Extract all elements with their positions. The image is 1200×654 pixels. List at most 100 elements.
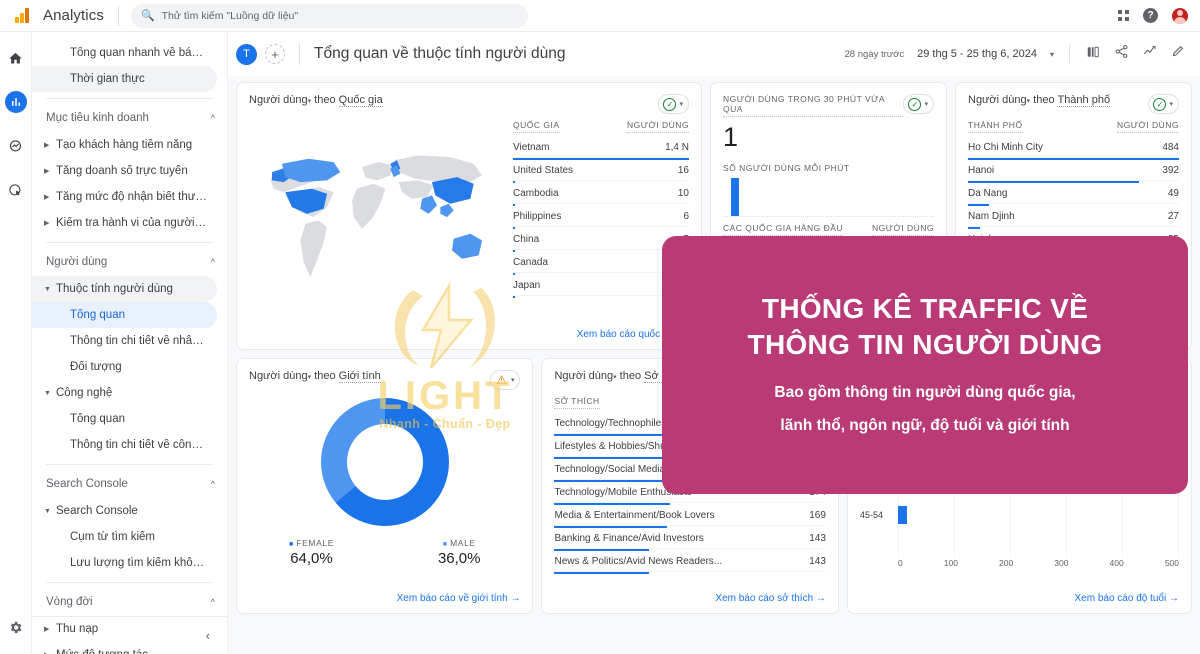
table-row[interactable]: Ho Chi Minh City 484 bbox=[968, 137, 1179, 160]
world-map[interactable] bbox=[237, 114, 501, 325]
chevron-right-icon: ▶ bbox=[44, 220, 50, 227]
card-metric[interactable]: Người dùng bbox=[249, 370, 308, 382]
chevron-down-icon[interactable]: ▾ bbox=[613, 374, 617, 381]
realtime-label: NGƯỜI DÙNG TRONG 30 PHÚT VỪA QUA bbox=[723, 94, 904, 117]
donut-ring bbox=[320, 398, 449, 526]
sidebar-item-label: Tăng mức độ nhận biết thươn... bbox=[56, 191, 207, 203]
pencil-icon[interactable] bbox=[1171, 44, 1186, 64]
card-status-badge[interactable]: ✓ ▾ bbox=[1148, 94, 1179, 114]
table-row[interactable]: Vietnam 1,4 N bbox=[513, 137, 689, 160]
compare-icon[interactable] bbox=[1085, 45, 1101, 64]
plus-icon[interactable]: + bbox=[265, 44, 285, 64]
age-bar-row[interactable]: 45-54 bbox=[860, 500, 1179, 530]
search-input[interactable]: 🔍 Thử tìm kiếm "Luồng dữ liệu" bbox=[130, 3, 528, 28]
chevron-down-icon: ▾ bbox=[1169, 101, 1173, 108]
sidebar-item-12[interactable]: ▼ Công nghệ bbox=[32, 380, 217, 406]
table-row[interactable]: Cambodia 10 bbox=[513, 183, 689, 206]
card-metric[interactable]: Người dùng bbox=[249, 94, 308, 106]
sidebar-section-2[interactable]: Mục tiêu kinh doanh ^ bbox=[32, 104, 227, 132]
age-axis-tick: 100 bbox=[943, 558, 958, 568]
table-row[interactable]: Nam Djinh 27 bbox=[968, 206, 1179, 229]
sidebar-item-17[interactable]: Cụm từ tìm kiếm bbox=[32, 524, 217, 550]
sidebar-item-label: Cụm từ tìm kiếm bbox=[70, 531, 156, 543]
card-header: NGƯỜI DÙNG TRONG 30 PHÚT VỪA QUA ✓ ▾ bbox=[711, 83, 946, 117]
card-footer-link[interactable]: Xem báo cáo độ tuổi → bbox=[1074, 593, 1179, 604]
card-status-badge[interactable]: ⚠ ▾ bbox=[489, 370, 521, 390]
date-range-value[interactable]: 29 thg 5 - 25 thg 6, 2024 bbox=[917, 48, 1037, 60]
chevron-left-icon[interactable]: ‹ bbox=[206, 628, 210, 643]
sidebar-item-8[interactable]: ▼ Thuộc tính người dùng bbox=[32, 276, 217, 302]
sidebar-item-label: Tổng quan bbox=[70, 309, 125, 321]
chevron-up-icon: ^ bbox=[210, 479, 215, 489]
age-axis-tick: 400 bbox=[1109, 558, 1124, 568]
sidebar-item-label: Tổng quan nhanh về báo cáo bbox=[70, 47, 207, 59]
sidebar-section-15[interactable]: Search Console ^ bbox=[32, 470, 227, 498]
promo-overlay: THỐNG KÊ TRAFFIC VỀ THÔNG TIN NGƯỜI DÙNG… bbox=[662, 236, 1188, 494]
card-status-badge[interactable]: ✓ ▾ bbox=[658, 94, 689, 114]
card-dimension[interactable]: Thành phố bbox=[1057, 94, 1111, 107]
row-value: 49 bbox=[1167, 188, 1179, 199]
search-placeholder: Thử tìm kiếm "Luồng dữ liệu" bbox=[161, 9, 299, 22]
chevron-down-icon: ▾ bbox=[510, 377, 515, 384]
chevron-down-icon[interactable]: ▾ bbox=[308, 98, 312, 105]
table-row[interactable]: News & Politics/Avid News Readers... 143 bbox=[554, 551, 826, 574]
rail-reports-icon[interactable] bbox=[4, 91, 27, 113]
rail-explore-icon[interactable] bbox=[5, 135, 27, 157]
row-bar bbox=[554, 572, 825, 574]
table-row[interactable]: Da Nang 49 bbox=[968, 183, 1179, 206]
sidebar-item-4[interactable]: ▶ Tăng doanh số trực tuyến bbox=[32, 158, 217, 184]
table-row[interactable]: United States 16 bbox=[513, 160, 689, 183]
share-icon[interactable] bbox=[1114, 44, 1129, 64]
sidebar-item-13[interactable]: Tổng quan bbox=[32, 406, 217, 432]
sidebar-item-16[interactable]: ▼ Search Console bbox=[32, 498, 217, 524]
rail-advertising-icon[interactable] bbox=[5, 179, 27, 201]
help-icon[interactable]: ? bbox=[1143, 8, 1158, 23]
rail-home-icon[interactable] bbox=[5, 47, 27, 69]
card-status-badge[interactable]: ✓ ▾ bbox=[903, 94, 934, 114]
card-footer-link[interactable]: Xem báo cáo về giới tính → bbox=[397, 593, 521, 604]
card-footer-link[interactable]: Xem báo cáo sở thích → bbox=[715, 593, 826, 604]
table-row[interactable]: Banking & Finance/Avid Investors 143 bbox=[554, 528, 826, 551]
sidebar-item-11[interactable]: Đối tượng bbox=[32, 354, 217, 380]
realtime-sparkline bbox=[723, 173, 934, 217]
card-users-by-country: Người dùng▾ theo Quốc gia ✓ ▾ QUỐC GIA N… bbox=[236, 82, 702, 350]
row-label: Nam Djinh bbox=[968, 211, 1015, 222]
sidebar-item-18[interactable]: Lưu lượng tìm kiếm không ... bbox=[32, 550, 217, 576]
row-value: 169 bbox=[809, 510, 826, 521]
chevron-down-icon[interactable]: ▾ bbox=[308, 374, 312, 381]
sidebar-item-9[interactable]: Tổng quan bbox=[32, 302, 217, 328]
property-badge[interactable]: T bbox=[236, 43, 257, 65]
legend-value: 36,0% bbox=[437, 550, 481, 567]
chevron-down-icon[interactable]: ▾ bbox=[1050, 50, 1054, 59]
grid-apps-icon[interactable] bbox=[1118, 10, 1129, 21]
sidebar-item-6[interactable]: ▶ Kiểm tra hành vi của người d... bbox=[32, 210, 217, 236]
age-bar-label: 45-54 bbox=[859, 510, 883, 520]
card-users-by-gender: Người dùng▾ theo Giới tính ⚠ ▾ ■ FEMALE … bbox=[236, 358, 534, 614]
table-row[interactable]: Hanoi 392 bbox=[968, 160, 1179, 183]
sidebar-item-10[interactable]: Thông tin chi tiết về nhân k... bbox=[32, 328, 217, 354]
gear-icon[interactable] bbox=[5, 616, 27, 638]
sidebar-item-5[interactable]: ▶ Tăng mức độ nhận biết thươn... bbox=[32, 184, 217, 210]
insights-icon[interactable] bbox=[1142, 44, 1158, 64]
card-metric[interactable]: Người dùng bbox=[554, 370, 613, 382]
gender-legend: FEMALE 64,0% MALE 36,0% bbox=[237, 538, 532, 567]
footer-label: Xem báo cáo về giới tính bbox=[396, 593, 508, 604]
sidebar-item-1[interactable]: Thời gian thực bbox=[32, 66, 217, 92]
realtime-value: 1 bbox=[723, 122, 739, 152]
avatar[interactable] bbox=[1172, 7, 1188, 24]
age-axis-tick: 300 bbox=[1054, 558, 1069, 568]
card-metric[interactable]: Người dùng bbox=[968, 94, 1027, 106]
card-dimension[interactable]: Giới tính bbox=[338, 370, 381, 383]
gender-donut-chart[interactable] bbox=[237, 390, 532, 526]
table-row[interactable]: Media & Entertainment/Book Lovers 169 bbox=[554, 505, 826, 528]
age-x-axis: 0 100 200 300 400 500 bbox=[848, 556, 1191, 568]
sidebar-section-7[interactable]: Người dùng ^ bbox=[32, 248, 227, 276]
sidebar-item-3[interactable]: ▶ Tạo khách hàng tiềm năng bbox=[32, 132, 217, 158]
sidebar-item-0[interactable]: Tổng quan nhanh về báo cáo bbox=[32, 40, 217, 66]
table-row[interactable]: Philippines 6 bbox=[513, 206, 689, 229]
sidebar-item-14[interactable]: Thông tin chi tiết về công ... bbox=[32, 432, 217, 458]
chevron-down-icon[interactable]: ▾ bbox=[1027, 98, 1031, 105]
nav-divider bbox=[46, 582, 213, 583]
card-dimension[interactable]: Quốc gia bbox=[338, 94, 383, 107]
sidebar-section-19[interactable]: Vòng đời ^ bbox=[32, 588, 227, 616]
